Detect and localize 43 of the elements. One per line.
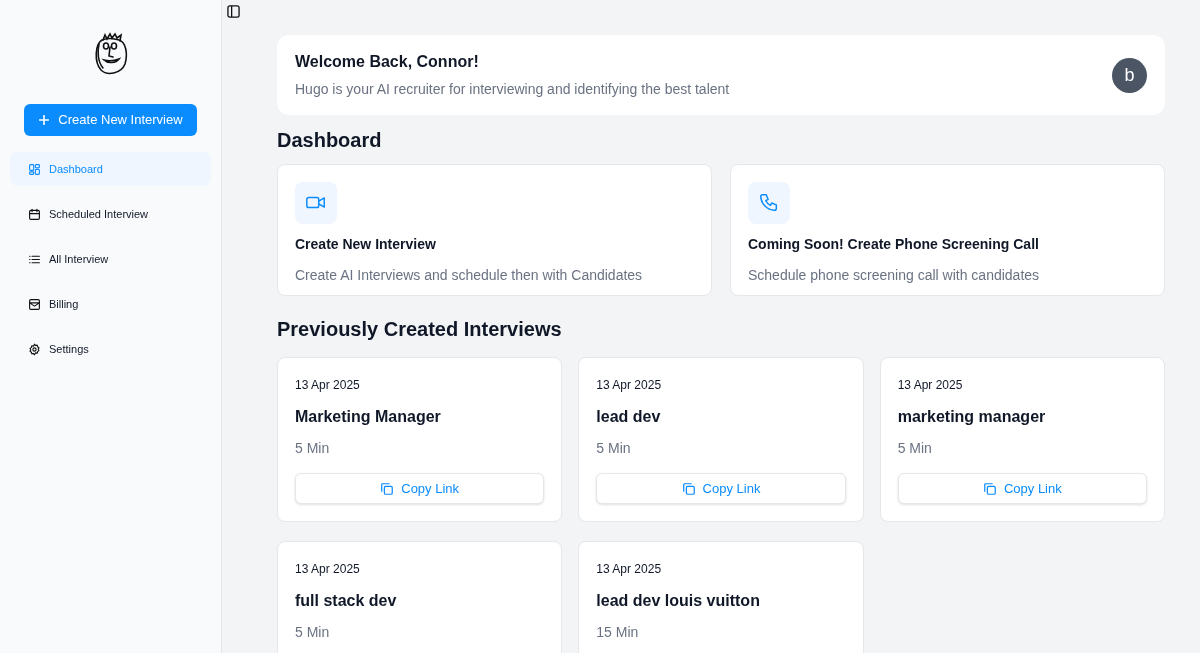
grid-icon — [28, 162, 41, 176]
copy-icon — [681, 481, 696, 496]
interview-title: marketing manager — [897, 407, 1047, 427]
option-title: Coming Soon! Create Phone Screening Call — [748, 235, 1040, 254]
option-description: Schedule phone screening call with candidates — [748, 266, 1041, 285]
option-card[interactable]: Coming Soon! Create Phone Screening Call Schedule phone screening call with candidates — [730, 164, 1165, 296]
logo-face-drawing — [92, 32, 129, 76]
sidebar-toggle-icon[interactable] — [227, 5, 240, 18]
settings-icon — [28, 342, 41, 356]
interview-duration: 15 Min — [596, 623, 640, 642]
calendar-icon — [28, 207, 41, 221]
plus-icon — [38, 114, 51, 126]
interview-date: 13 Apr 2025 — [596, 377, 663, 394]
sidebar-item[interactable]: Scheduled Interview — [10, 197, 211, 231]
interview-duration: 5 Min — [295, 439, 331, 458]
option-description: Create AI Interviews and schedule then with Candidates — [295, 266, 644, 285]
user-avatar[interactable]: b — [1112, 57, 1147, 93]
phone-icon — [758, 192, 780, 214]
welcome-subtitle: Hugo is your AI recruiter for interviewing and identifying the best talent — [295, 80, 730, 99]
section-heading: Previously Created Interviews — [277, 317, 563, 342]
interview-duration: 5 Min — [295, 623, 331, 642]
inbox-icon — [28, 297, 41, 311]
copy-icon — [380, 481, 395, 496]
interview-duration: 5 Min — [596, 439, 632, 458]
interview-date: 13 Apr 2025 — [596, 561, 663, 578]
copy-icon — [982, 481, 997, 496]
option-card[interactable]: Create New Interview Create AI Interviews and schedule then with Candidates — [277, 164, 712, 296]
interview-date: 13 Apr 2025 — [295, 377, 361, 394]
welcome-title: Welcome Back, Connor! — [295, 52, 480, 72]
interview-title: lead dev louis vuitton — [596, 591, 761, 611]
interview-title: lead dev — [596, 407, 662, 427]
copy-link-button[interactable]: Copy Link — [295, 473, 545, 504]
option-title: Create New Interview — [295, 235, 437, 254]
interview-date: 13 Apr 2025 — [295, 561, 361, 578]
interview-date: 13 Apr 2025 — [897, 377, 964, 394]
interview-duration: 5 Min — [897, 439, 933, 458]
interview-title: full stack dev — [295, 591, 398, 611]
dashboard-heading: Dashboard — [277, 128, 383, 153]
sidebar-item[interactable]: All Interview — [10, 242, 211, 276]
interview-title: Marketing Manager — [295, 407, 442, 427]
sidebar-item[interactable]: Settings — [10, 332, 211, 366]
copy-link-button[interactable]: Copy Link — [596, 473, 846, 504]
sidebar-item[interactable]: Billing — [10, 287, 211, 321]
